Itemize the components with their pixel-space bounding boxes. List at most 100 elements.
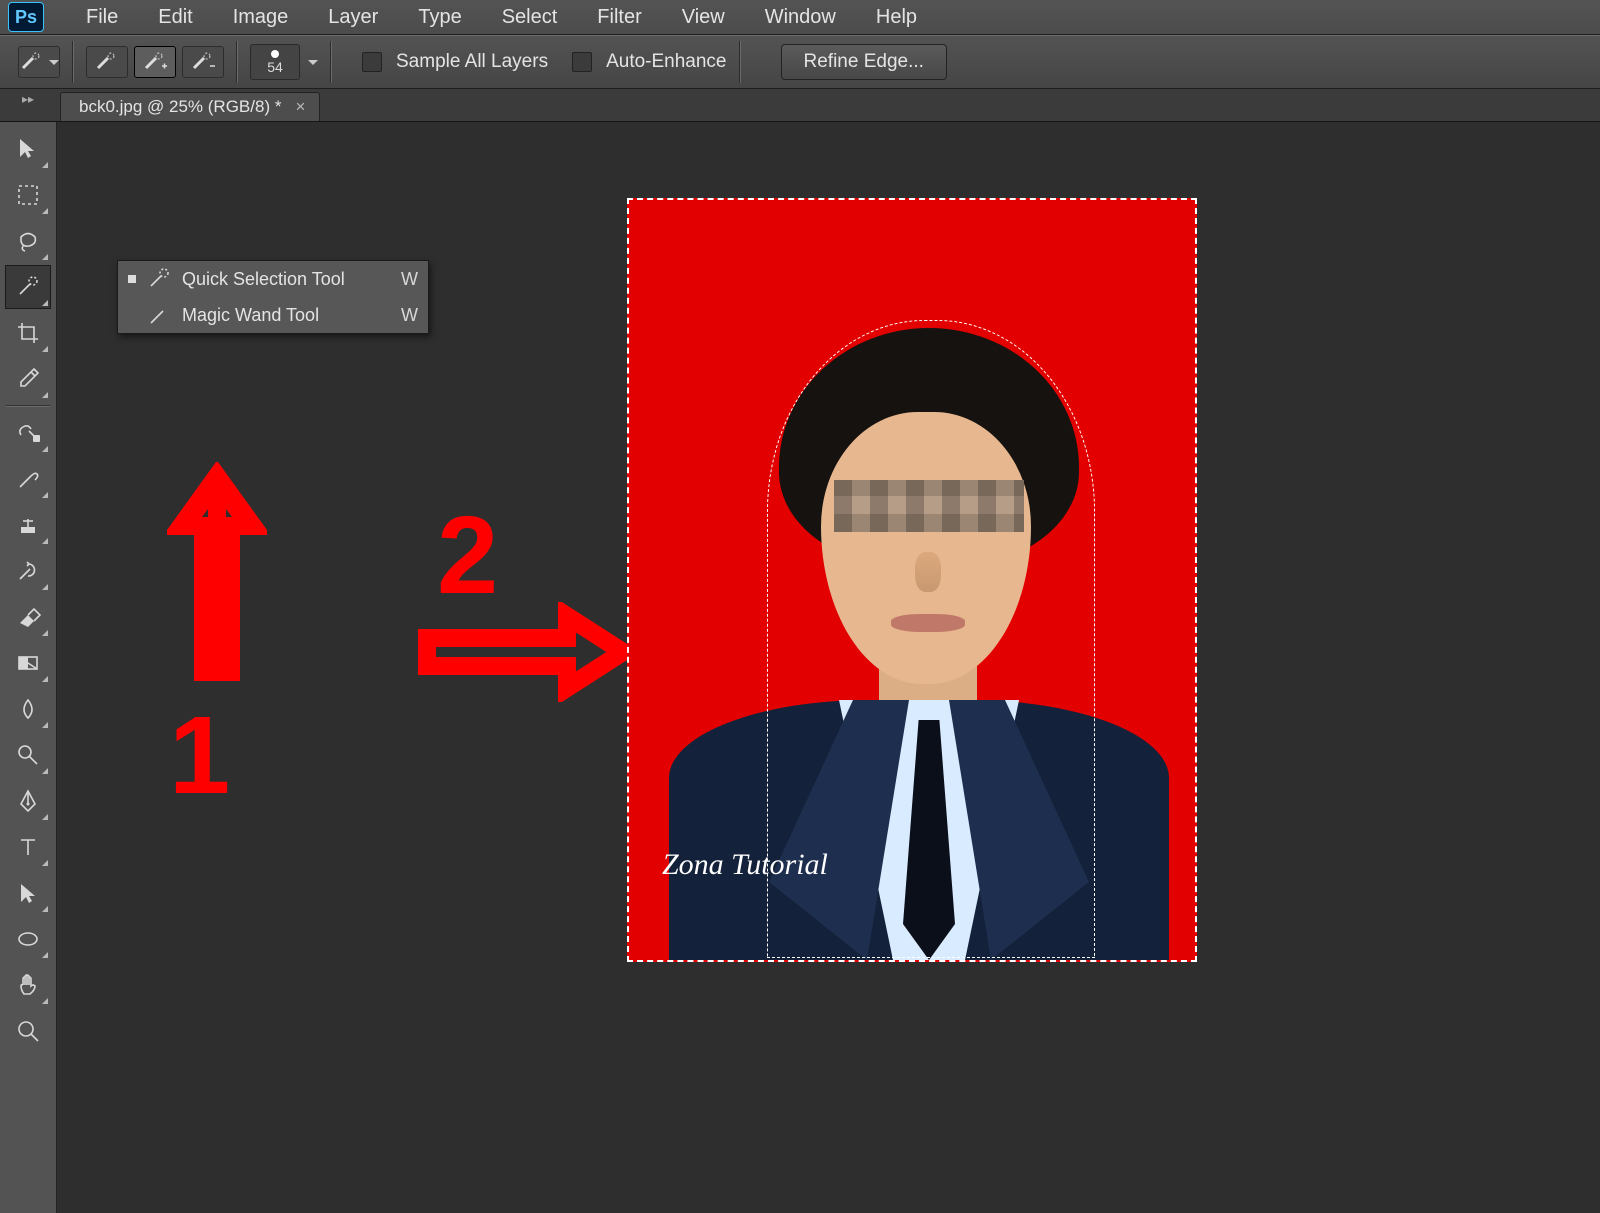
- flyout-item-magic-wand[interactable]: Magic Wand Tool W: [118, 297, 428, 333]
- flyout-indicator-icon: [42, 814, 48, 820]
- document-tab-title: bck0.jpg @ 25% (RGB/8) *: [79, 97, 281, 117]
- watermark-text: Zona Tutorial: [662, 848, 828, 882]
- brush-tool[interactable]: [5, 457, 51, 501]
- flyout-indicator-icon: [42, 300, 48, 306]
- zoom-tool-icon: [15, 1018, 41, 1044]
- flyout-indicator-icon: [42, 860, 48, 866]
- gradient-tool[interactable]: [5, 641, 51, 685]
- flyout-label: Magic Wand Tool: [182, 305, 319, 326]
- move-tool[interactable]: [5, 127, 51, 171]
- menu-window[interactable]: Window: [745, 6, 856, 29]
- ellipse-tool[interactable]: [5, 917, 51, 961]
- history-brush-tool[interactable]: [5, 549, 51, 593]
- annotation-arrow-1: [167, 462, 267, 682]
- annotation-number-1: 1: [169, 692, 230, 819]
- quick-selection-tool-icon: [15, 274, 41, 300]
- marquee-tool-icon: [15, 182, 41, 208]
- clone-stamp-tool-icon: [15, 512, 41, 538]
- eyedropper-tool[interactable]: [5, 357, 51, 401]
- quick-selection-icon: [19, 52, 45, 72]
- move-tool-icon: [15, 136, 41, 162]
- quick-selection-icon: [146, 266, 172, 292]
- flyout-indicator-icon: [42, 446, 48, 452]
- crop-tool[interactable]: [5, 311, 51, 355]
- chevron-down-icon: [49, 60, 59, 65]
- clone-stamp-tool[interactable]: [5, 503, 51, 547]
- brush-add-icon: [142, 52, 168, 72]
- menu-image[interactable]: Image: [213, 6, 309, 29]
- menu-bar: Ps File Edit Image Layer Type Select Fil…: [0, 0, 1600, 35]
- flyout-indicator-icon: [42, 906, 48, 912]
- tool-flyout: Quick Selection Tool W Magic Wand Tool W: [117, 260, 429, 334]
- refine-edge-button[interactable]: Refine Edge...: [781, 44, 947, 80]
- quick-selection-tool[interactable]: [5, 265, 51, 309]
- flyout-indicator-icon: [42, 162, 48, 168]
- toolbox: [0, 122, 57, 1213]
- flyout-indicator-icon: [42, 722, 48, 728]
- path-selection-tool-icon: [15, 880, 41, 906]
- gradient-tool-icon: [15, 650, 41, 676]
- annotation-arrow-2: [417, 602, 637, 702]
- healing-brush-tool-icon: [15, 420, 41, 446]
- healing-brush-tool[interactable]: [5, 411, 51, 455]
- flyout-label: Quick Selection Tool: [182, 269, 345, 290]
- flyout-indicator-icon: [42, 492, 48, 498]
- zoom-tool[interactable]: [5, 1009, 51, 1053]
- flyout-indicator-icon: [42, 768, 48, 774]
- lasso-tool-icon: [15, 228, 41, 254]
- canvas-area[interactable]: Quick Selection Tool W Magic Wand Tool W…: [57, 122, 1600, 1213]
- menu-layer[interactable]: Layer: [308, 6, 398, 29]
- menu-type[interactable]: Type: [398, 6, 481, 29]
- history-brush-tool-icon: [15, 558, 41, 584]
- document-tabs: bck0.jpg @ 25% (RGB/8) * ×: [0, 89, 1600, 122]
- flyout-item-quick-selection[interactable]: Quick Selection Tool W: [118, 261, 428, 297]
- brush-size-value: 54: [267, 60, 283, 74]
- flyout-indicator-icon: [42, 584, 48, 590]
- sample-all-layers-label: Sample All Layers: [396, 51, 548, 73]
- menu-filter[interactable]: Filter: [577, 6, 661, 29]
- hand-tool[interactable]: [5, 963, 51, 1007]
- flyout-indicator-icon: [42, 254, 48, 260]
- auto-enhance-label: Auto-Enhance: [606, 51, 726, 73]
- flyout-indicator-icon: [42, 676, 48, 682]
- menu-select[interactable]: Select: [482, 6, 578, 29]
- lasso-tool[interactable]: [5, 219, 51, 263]
- close-tab-icon[interactable]: ×: [295, 97, 305, 117]
- selected-dot-icon: [128, 275, 136, 283]
- blur-tool-icon: [15, 696, 41, 722]
- dodge-tool[interactable]: [5, 733, 51, 777]
- menu-edit[interactable]: Edit: [138, 6, 212, 29]
- subtract-from-selection-button[interactable]: [182, 46, 224, 78]
- flyout-shortcut: W: [401, 305, 418, 326]
- crop-tool-icon: [15, 320, 41, 346]
- expand-panels-icon[interactable]: ▸▸: [4, 92, 52, 116]
- eyedropper-tool-icon: [15, 366, 41, 392]
- brush-dot-icon: [271, 50, 279, 58]
- chevron-down-icon[interactable]: [308, 60, 318, 65]
- flyout-indicator-icon: [42, 630, 48, 636]
- menu-file[interactable]: File: [66, 6, 138, 29]
- new-selection-button[interactable]: [86, 46, 128, 78]
- auto-enhance-checkbox[interactable]: [572, 52, 592, 72]
- brush-subtract-icon: [190, 52, 216, 72]
- blur-tool[interactable]: [5, 687, 51, 731]
- sample-all-layers-checkbox[interactable]: [362, 52, 382, 72]
- eraser-tool[interactable]: [5, 595, 51, 639]
- menu-view[interactable]: View: [662, 6, 745, 29]
- dodge-tool-icon: [15, 742, 41, 768]
- menu-help[interactable]: Help: [856, 6, 937, 29]
- brush-size-picker[interactable]: 54: [250, 44, 300, 80]
- marquee-tool[interactable]: [5, 173, 51, 217]
- document-tab[interactable]: bck0.jpg @ 25% (RGB/8) * ×: [60, 92, 320, 121]
- flyout-indicator-icon: [42, 346, 48, 352]
- pen-tool[interactable]: [5, 779, 51, 823]
- hand-tool-icon: [15, 972, 41, 998]
- open-document[interactable]: Zona Tutorial: [627, 198, 1197, 962]
- current-tool-preset[interactable]: [18, 46, 60, 78]
- add-to-selection-button[interactable]: [134, 46, 176, 78]
- app-logo: Ps: [8, 2, 44, 32]
- type-tool[interactable]: [5, 825, 51, 869]
- path-selection-tool[interactable]: [5, 871, 51, 915]
- flyout-indicator-icon: [42, 952, 48, 958]
- flyout-indicator-icon: [42, 998, 48, 1004]
